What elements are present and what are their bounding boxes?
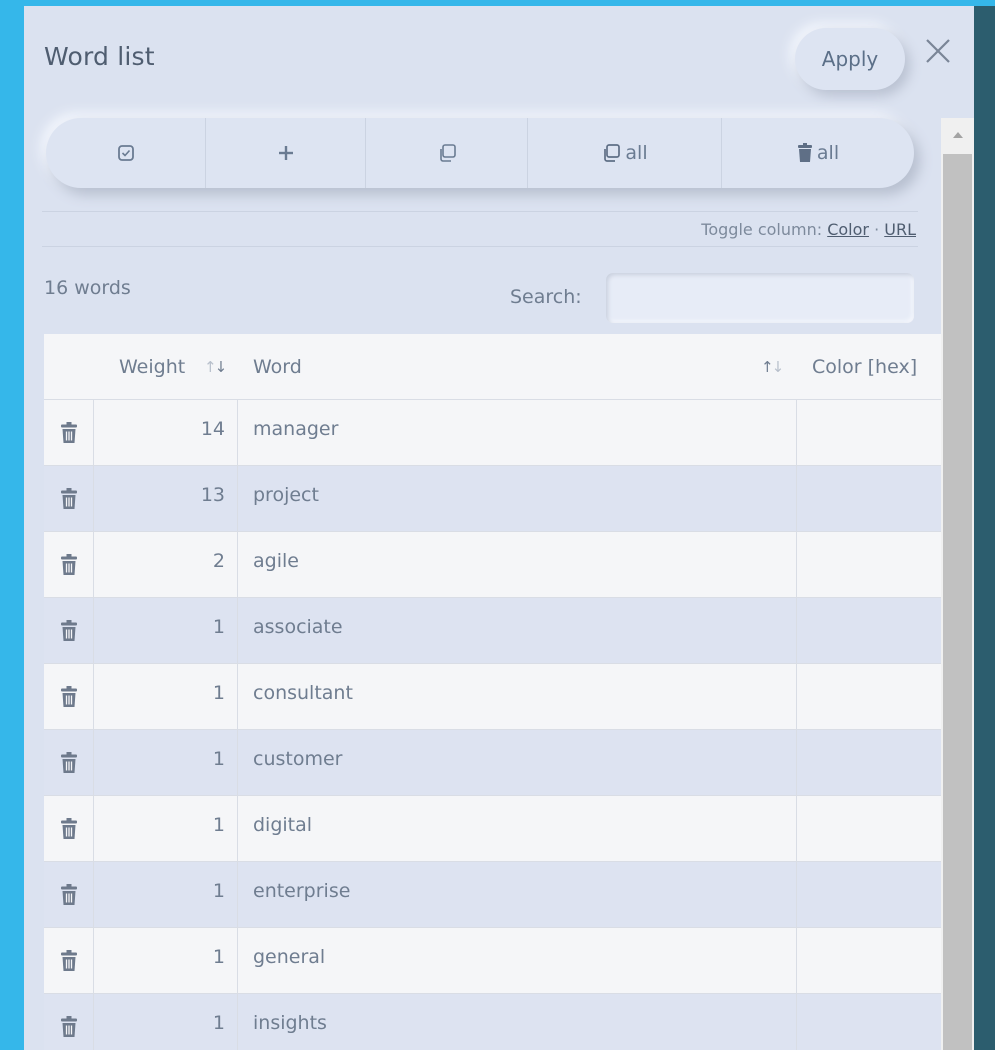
trash-icon: [60, 685, 77, 707]
color-cell[interactable]: [797, 730, 941, 795]
color-cell[interactable]: [797, 862, 941, 927]
word-list-toolbar: all all: [46, 118, 914, 188]
word-cell[interactable]: digital: [238, 796, 797, 861]
color-column-header[interactable]: Color [hex]: [812, 356, 917, 378]
word-cell[interactable]: consultant: [238, 664, 797, 729]
word-cell[interactable]: insights: [238, 994, 797, 1050]
trash-icon: [60, 883, 77, 905]
delete-row-button[interactable]: [44, 796, 94, 861]
trash-icon: [60, 1015, 77, 1037]
copy-all-label: all: [625, 142, 648, 164]
copy-button[interactable]: [366, 118, 528, 188]
toggle-column-line: Toggle column: Color · URL: [42, 211, 918, 247]
weight-cell[interactable]: 1: [94, 994, 238, 1050]
delete-row-button[interactable]: [44, 466, 94, 531]
word-cell[interactable]: agile: [238, 532, 797, 597]
word-cell[interactable]: project: [238, 466, 797, 531]
table-row: 1 associate: [44, 598, 941, 664]
checkbox-icon: [117, 145, 134, 161]
plus-icon: [278, 146, 293, 160]
copy-icon: [439, 144, 456, 162]
weight-cell[interactable]: 2: [94, 532, 238, 597]
table-row: 1 digital: [44, 796, 941, 862]
weight-cell[interactable]: 13: [94, 466, 238, 531]
trash-icon: [60, 487, 77, 509]
trash-icon: [797, 143, 812, 162]
toggle-column-label: Toggle column:: [701, 220, 828, 239]
delete-all-button[interactable]: all: [722, 118, 914, 188]
color-cell[interactable]: [797, 796, 941, 861]
table-row: 1 customer: [44, 730, 941, 796]
weight-cell[interactable]: 1: [94, 730, 238, 795]
word-count: 16 words: [44, 277, 131, 299]
delete-row-button[interactable]: [44, 994, 94, 1050]
toggle-separator: ·: [868, 220, 885, 239]
trash-icon: [60, 817, 77, 839]
scrollbar[interactable]: [941, 118, 974, 1050]
table-row: 1 insights: [44, 994, 941, 1050]
copy-all-button[interactable]: all: [528, 118, 722, 188]
color-cell[interactable]: [797, 994, 941, 1050]
scroll-up-button[interactable]: [941, 118, 974, 152]
trash-icon: [60, 949, 77, 971]
word-cell[interactable]: associate: [238, 598, 797, 663]
sort-icon[interactable]: ↑↓: [761, 358, 784, 376]
toggle-url-link[interactable]: URL: [884, 220, 916, 239]
weight-cell[interactable]: 1: [94, 862, 238, 927]
delete-row-button[interactable]: [44, 862, 94, 927]
delete-row-button[interactable]: [44, 928, 94, 993]
trash-icon: [60, 553, 77, 575]
word-table: Weight ↑↓ Word ↑↓ Color [hex] 14 manager 1…: [44, 334, 941, 1050]
sort-icon[interactable]: ↑↓: [204, 358, 227, 376]
delete-row-button[interactable]: [44, 400, 94, 465]
table-row: 1 enterprise: [44, 862, 941, 928]
select-all-button[interactable]: [46, 118, 206, 188]
close-icon: [926, 39, 950, 63]
trash-icon: [60, 619, 77, 641]
delete-row-button[interactable]: [44, 664, 94, 729]
word-column-header[interactable]: Word: [253, 356, 302, 378]
table-row: 1 general: [44, 928, 941, 994]
weight-cell[interactable]: 14: [94, 400, 238, 465]
color-cell[interactable]: [797, 532, 941, 597]
delete-all-label: all: [816, 142, 840, 164]
search-label: Search:: [510, 286, 582, 308]
search-input[interactable]: [606, 273, 914, 323]
table-header: Weight ↑↓ Word ↑↓ Color [hex]: [44, 334, 941, 400]
color-cell[interactable]: [797, 466, 941, 531]
weight-cell[interactable]: 1: [94, 928, 238, 993]
weight-cell[interactable]: 1: [94, 598, 238, 663]
delete-row-button[interactable]: [44, 532, 94, 597]
toggle-color-link[interactable]: Color: [827, 220, 869, 239]
table-row: 14 manager: [44, 400, 941, 466]
weight-cell[interactable]: 1: [94, 664, 238, 729]
word-cell[interactable]: customer: [238, 730, 797, 795]
copy-icon: [604, 144, 621, 162]
color-cell[interactable]: [797, 928, 941, 993]
apply-button[interactable]: Apply: [795, 28, 905, 90]
word-list-dialog: Word list Apply all all Toggle column: C…: [24, 6, 974, 1050]
close-button[interactable]: [921, 34, 955, 68]
word-cell[interactable]: general: [238, 928, 797, 993]
delete-row-button[interactable]: [44, 598, 94, 663]
table-row: 2 agile: [44, 532, 941, 598]
word-cell[interactable]: manager: [238, 400, 797, 465]
scroll-thumb[interactable]: [943, 154, 972, 1050]
add-word-button[interactable]: [206, 118, 366, 188]
trash-icon: [60, 751, 77, 773]
weight-cell[interactable]: 1: [94, 796, 238, 861]
word-cell[interactable]: enterprise: [238, 862, 797, 927]
delete-row-button[interactable]: [44, 730, 94, 795]
dialog-title: Word list: [44, 42, 155, 71]
trash-icon: [60, 421, 77, 443]
color-cell[interactable]: [797, 598, 941, 663]
table-row: 13 project: [44, 466, 941, 532]
caret-up-icon: [952, 132, 963, 138]
weight-column-header[interactable]: Weight: [119, 356, 185, 378]
color-cell[interactable]: [797, 400, 941, 465]
color-cell[interactable]: [797, 664, 941, 729]
table-row: 1 consultant: [44, 664, 941, 730]
